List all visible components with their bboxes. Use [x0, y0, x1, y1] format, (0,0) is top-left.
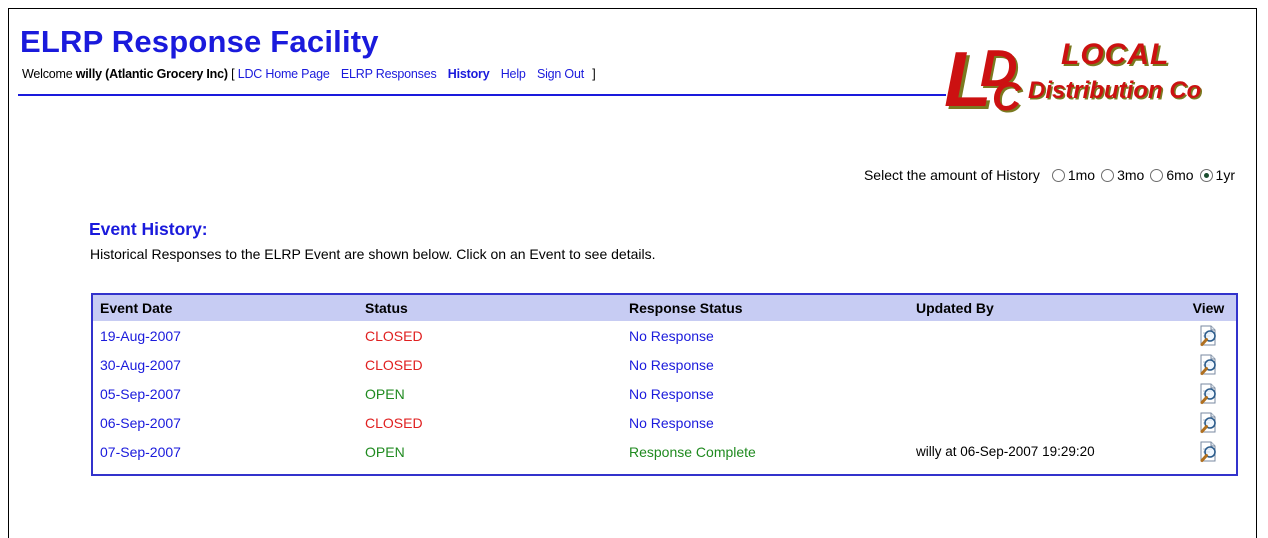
response-status[interactable]: No Response — [629, 386, 916, 402]
view-button[interactable] — [1181, 441, 1236, 463]
table-row[interactable]: 05-Sep-2007 OPEN No Response — [93, 379, 1236, 408]
logo-line2: Distribution Co — [1028, 77, 1202, 104]
nav-bracket-open: [ — [231, 67, 235, 81]
event-status: OPEN — [365, 443, 405, 460]
view-button[interactable] — [1181, 383, 1236, 405]
radio-selected-dot — [1203, 172, 1209, 178]
radio-3mo[interactable]: 3mo — [1101, 167, 1144, 183]
history-range-selector: Select the amount of History 1mo 3mo 6mo… — [864, 167, 1235, 183]
view-button[interactable] — [1181, 354, 1236, 376]
radio-1yr[interactable]: 1yr — [1199, 167, 1235, 183]
response-status[interactable]: No Response — [629, 328, 916, 344]
col-header-view: View — [1192, 300, 1225, 316]
event-history-description: Historical Responses to the ELRP Event a… — [90, 246, 656, 262]
radio-label: 1yr — [1215, 167, 1235, 183]
event-date[interactable]: 06-Sep-2007 — [93, 415, 365, 431]
radio-button[interactable] — [1101, 168, 1115, 182]
history-range-label: Select the amount of History — [863, 167, 1040, 183]
event-history-table: Event Date Status Response Status Update… — [91, 293, 1238, 476]
svg-text:C: C — [992, 75, 1022, 114]
event-date[interactable]: 19-Aug-2007 — [93, 328, 365, 344]
radio-label: 1mo — [1067, 167, 1096, 183]
table-row[interactable]: 06-Sep-2007 CLOSED No Response — [93, 408, 1236, 437]
nav-help[interactable]: Help — [501, 67, 526, 81]
nav-bracket-close: ] — [592, 67, 596, 81]
event-date[interactable]: 05-Sep-2007 — [93, 386, 365, 402]
magnifier-document-icon[interactable] — [1198, 325, 1220, 347]
col-header-updated-by: Updated By — [916, 300, 994, 316]
event-status: CLOSED — [365, 327, 423, 344]
table-row[interactable]: 30-Aug-2007 CLOSED No Response — [93, 350, 1236, 379]
welcome-user: willy (Atlantic Grocery Inc) — [75, 67, 228, 81]
event-date[interactable]: 07-Sep-2007 — [93, 444, 365, 460]
event-status: CLOSED — [365, 356, 423, 373]
magnifier-document-icon[interactable] — [1198, 441, 1220, 463]
radio-6mo[interactable]: 6mo — [1150, 167, 1194, 183]
magnifier-document-icon[interactable] — [1198, 412, 1220, 434]
event-status: CLOSED — [365, 414, 423, 431]
table-footer-spacer — [93, 466, 1236, 474]
nav-sign-out[interactable]: Sign Out — [537, 67, 584, 81]
response-status[interactable]: No Response — [629, 357, 916, 373]
table-row[interactable]: 19-Aug-2007 CLOSED No Response — [93, 321, 1236, 350]
event-history-title: Event History: — [89, 219, 208, 239]
radio-button-selected[interactable] — [1199, 168, 1213, 182]
table-row[interactable]: 07-Sep-2007 OPEN Response Complete willy… — [93, 437, 1236, 466]
nav-ldc-home[interactable]: LDC Home Page — [238, 67, 330, 81]
app-title: ELRP Response Facility — [20, 24, 379, 59]
col-header-response-status: Response Status — [629, 300, 743, 316]
nav-elrp-responses[interactable]: ELRP Responses — [341, 67, 437, 81]
radio-button[interactable] — [1051, 168, 1065, 182]
radio-label: 6mo — [1166, 167, 1194, 183]
welcome-prefix: Welcome — [22, 67, 73, 81]
header-divider — [18, 94, 946, 96]
nav-history[interactable]: History — [448, 67, 490, 81]
view-button[interactable] — [1181, 325, 1236, 347]
view-button[interactable] — [1181, 412, 1236, 434]
col-header-event-date: Event Date — [100, 300, 173, 316]
response-status[interactable]: Response Complete — [629, 444, 916, 460]
event-status: OPEN — [365, 385, 405, 402]
radio-1mo[interactable]: 1mo — [1051, 167, 1096, 183]
updated-by: willy at 06-Sep-2007 19:29:20 — [916, 444, 1095, 459]
table-header: Event Date Status Response Status Update… — [93, 295, 1236, 321]
magnifier-document-icon[interactable] — [1198, 383, 1220, 405]
top-nav: Welcome willy (Atlantic Grocery Inc) [ L… — [22, 67, 596, 81]
logo-line1: LOCAL — [1061, 38, 1170, 71]
response-status[interactable]: No Response — [629, 415, 916, 431]
radio-button[interactable] — [1150, 168, 1164, 182]
col-header-status: Status — [365, 300, 408, 316]
magnifier-document-icon[interactable] — [1198, 354, 1220, 376]
radio-label: 3mo — [1117, 167, 1145, 183]
event-date[interactable]: 30-Aug-2007 — [93, 357, 365, 373]
